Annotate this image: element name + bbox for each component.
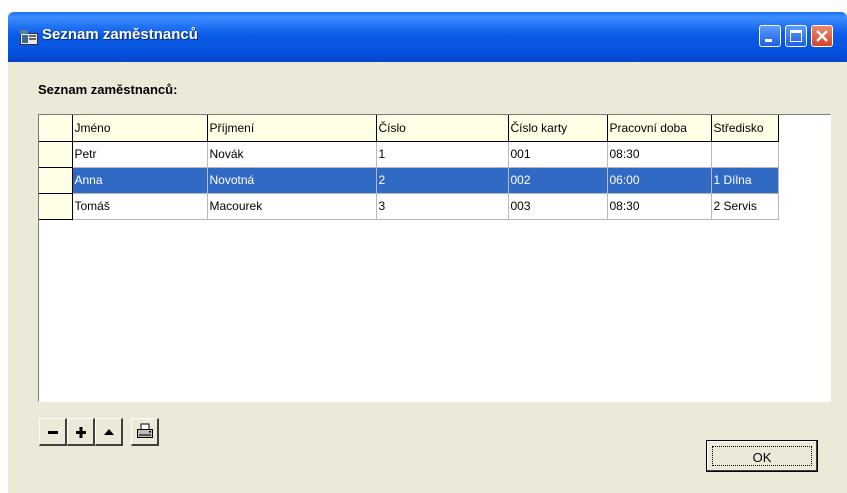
- cell-cislo[interactable]: 2: [376, 167, 509, 194]
- title-bar[interactable]: Seznam zaměstnanců: [8, 12, 847, 62]
- column-header-jmeno[interactable]: Jméno: [72, 115, 208, 142]
- row-indicator[interactable]: [39, 141, 73, 168]
- window-title: Seznam zaměstnanců: [42, 26, 198, 43]
- close-button[interactable]: [811, 25, 833, 47]
- cell-cislo-karty[interactable]: 002: [508, 167, 608, 194]
- section-label: Seznam zaměstnanců:: [38, 82, 178, 97]
- cell-cislo-karty[interactable]: 003: [508, 193, 608, 220]
- move-up-button[interactable]: [95, 418, 123, 446]
- column-header-cislo[interactable]: Číslo: [376, 115, 509, 142]
- cell-pracovni-doba[interactable]: 06:00: [607, 167, 712, 194]
- table-row[interactable]: Petr Novák 1 001 08:30: [39, 141, 779, 168]
- cell-prijmeni[interactable]: Novotná: [207, 167, 377, 194]
- cell-cislo[interactable]: 1: [376, 141, 509, 168]
- row-indicator[interactable]: [39, 167, 73, 194]
- maximize-icon: [790, 30, 802, 42]
- column-header-prijmeni[interactable]: Příjmení: [207, 115, 377, 142]
- employee-grid[interactable]: Jméno Příjmení Číslo Číslo karty Pracovn…: [38, 114, 831, 402]
- close-icon: [816, 30, 828, 42]
- minimize-button[interactable]: [759, 25, 781, 47]
- cell-jmeno[interactable]: Petr: [72, 141, 208, 168]
- table-row[interactable]: Tomáš Macourek 3 003 08:30 2 Servis: [39, 193, 779, 220]
- cell-stredisko[interactable]: [711, 141, 779, 168]
- header-row: Jméno Příjmení Číslo Číslo karty Pracovn…: [39, 115, 779, 142]
- plus-icon: [76, 427, 86, 438]
- printer-icon: [137, 423, 153, 438]
- print-button[interactable]: [131, 418, 159, 446]
- ok-button[interactable]: OK: [706, 440, 818, 472]
- app-window: Seznam zaměstnanců Seznam zaměstnanců: J…: [8, 12, 847, 493]
- cell-jmeno[interactable]: Anna: [72, 167, 208, 194]
- column-header-cislo-karty[interactable]: Číslo karty: [508, 115, 608, 142]
- cell-prijmeni[interactable]: Macourek: [207, 193, 377, 220]
- minus-icon: [48, 431, 58, 434]
- corner-cell: [39, 115, 73, 142]
- table-row-selected[interactable]: Anna Novotná 2 002 06:00 1 Dílna: [39, 167, 779, 194]
- cell-jmeno[interactable]: Tomáš: [72, 193, 208, 220]
- window-app-icon: [20, 30, 38, 45]
- cell-stredisko[interactable]: 1 Dílna: [711, 167, 779, 194]
- add-button[interactable]: [67, 418, 95, 446]
- ok-button-label: OK: [752, 450, 772, 465]
- cell-cislo-karty[interactable]: 001: [508, 141, 608, 168]
- minimize-icon: [765, 39, 772, 42]
- maximize-button[interactable]: [785, 25, 807, 47]
- column-header-stredisko[interactable]: Středisko: [711, 115, 779, 142]
- delete-button[interactable]: [39, 418, 67, 446]
- cell-prijmeni[interactable]: Novák: [207, 141, 377, 168]
- cell-pracovni-doba[interactable]: 08:30: [607, 141, 712, 168]
- triangle-up-icon: [104, 429, 114, 435]
- column-header-pracovni-doba[interactable]: Pracovní doba: [607, 115, 712, 142]
- cell-cislo[interactable]: 3: [376, 193, 509, 220]
- row-indicator[interactable]: [39, 193, 73, 220]
- cell-stredisko[interactable]: 2 Servis: [711, 193, 779, 220]
- cell-pracovni-doba[interactable]: 08:30: [607, 193, 712, 220]
